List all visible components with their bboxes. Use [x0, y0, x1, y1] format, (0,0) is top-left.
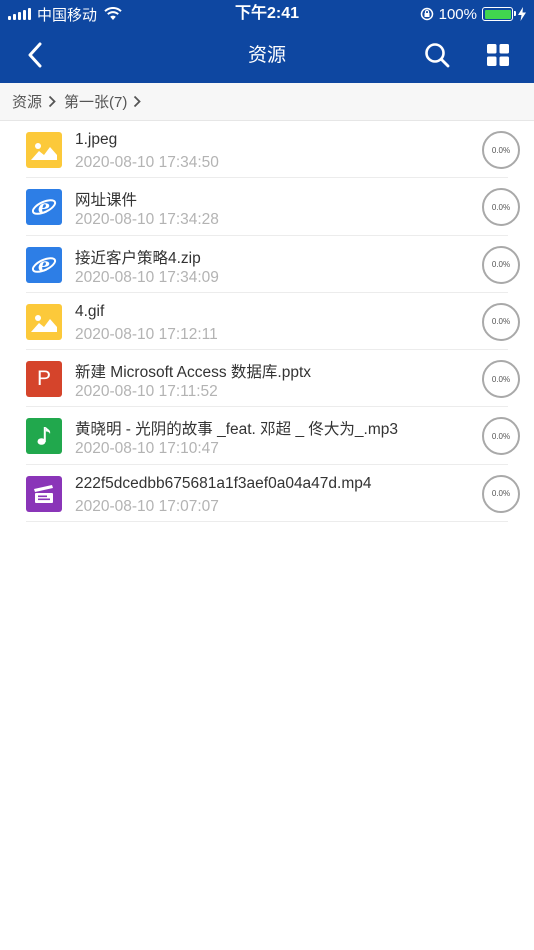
list-item[interactable]: e 网址课件 2020-08-10 17:34:28 0.0% [0, 178, 534, 236]
chevron-right-icon [48, 95, 56, 108]
breadcrumb-item-folder[interactable]: 第一张(7) [64, 91, 127, 112]
file-date: 2020-08-10 17:34:28 [75, 211, 219, 229]
file-name: 接近客户策略4.zip [75, 249, 201, 267]
file-date: 2020-08-10 17:07:07 [75, 497, 219, 515]
file-date: 2020-08-10 17:11:52 [75, 383, 218, 401]
battery-icon [482, 7, 516, 21]
file-date: 2020-08-10 17:34:50 [75, 154, 219, 171]
file-name: 222f5dcedbb675681a1f3aef0a04a47d.mp4 [75, 474, 372, 492]
download-progress[interactable]: 0.0% [482, 417, 520, 456]
internet-explorer-icon: e [26, 189, 62, 226]
grid-view-button[interactable] [481, 38, 515, 72]
search-button[interactable] [420, 38, 454, 72]
search-icon [425, 43, 450, 68]
file-date: 2020-08-10 17:10:47 [75, 440, 219, 458]
download-progress[interactable]: 0.0% [482, 474, 520, 513]
powerpoint-icon: P [26, 361, 62, 398]
nav-bar: 资源 [0, 28, 534, 83]
download-progress[interactable]: 0.0% [482, 302, 520, 341]
image-icon [26, 132, 62, 168]
svg-text:e: e [38, 254, 50, 276]
battery-percent: 100% [438, 5, 477, 23]
breadcrumb: 资源 第一张(7) [0, 83, 534, 121]
music-icon [26, 418, 62, 455]
internet-explorer-icon: e [26, 246, 62, 283]
grid-icon [487, 44, 509, 66]
file-name: 新建 Microsoft Access 数据库.pptx [75, 364, 311, 382]
file-list: 1.jpeg 2020-08-10 17:34:50 0.0% e 网址课件 2… [0, 121, 534, 523]
list-item[interactable]: 4.gif 2020-08-10 17:12:11 0.0% [0, 293, 534, 351]
download-progress[interactable]: 0.0% [482, 245, 520, 284]
breadcrumb-item-resources[interactable]: 资源 [12, 91, 42, 112]
powerpoint-icon-letter: P [36, 367, 51, 391]
file-name: 网址课件 [75, 192, 138, 210]
image-icon [26, 303, 62, 340]
list-item[interactable]: 222f5dcedbb675681a1f3aef0a04a47d.mp4 202… [0, 465, 534, 523]
charging-icon [518, 7, 526, 21]
file-name: 黄晓明 - 光阴的故事 _feat. 邓超 _ 佟大为_.mp3 [75, 421, 398, 439]
file-name: 1.jpeg [75, 131, 118, 148]
list-item[interactable]: 1.jpeg 2020-08-10 17:34:50 0.0% [0, 121, 534, 179]
status-bar: 中国移动 下午2:41 100% [0, 0, 534, 28]
list-item[interactable]: P 新建 Microsoft Access 数据库.pptx 2020-08-1… [0, 350, 534, 408]
download-progress[interactable]: 0.0% [482, 131, 520, 169]
chevron-right-icon [133, 95, 142, 108]
download-progress[interactable]: 0.0% [482, 360, 520, 399]
file-date: 2020-08-10 17:34:09 [75, 268, 219, 286]
status-right: 100% [420, 4, 526, 24]
list-item[interactable]: e 接近客户策略4.zip 2020-08-10 17:34:09 0.0% [0, 236, 534, 294]
file-name: 4.gif [75, 302, 105, 320]
video-icon [26, 475, 62, 512]
download-progress[interactable]: 0.0% [482, 188, 520, 227]
orientation-lock-icon [420, 7, 433, 21]
file-date: 2020-08-10 17:12:11 [75, 325, 218, 343]
svg-text:e: e [38, 196, 50, 218]
list-item[interactable]: 黄晓明 - 光阴的故事 _feat. 邓超 _ 佟大为_.mp3 2020-08… [0, 407, 534, 466]
